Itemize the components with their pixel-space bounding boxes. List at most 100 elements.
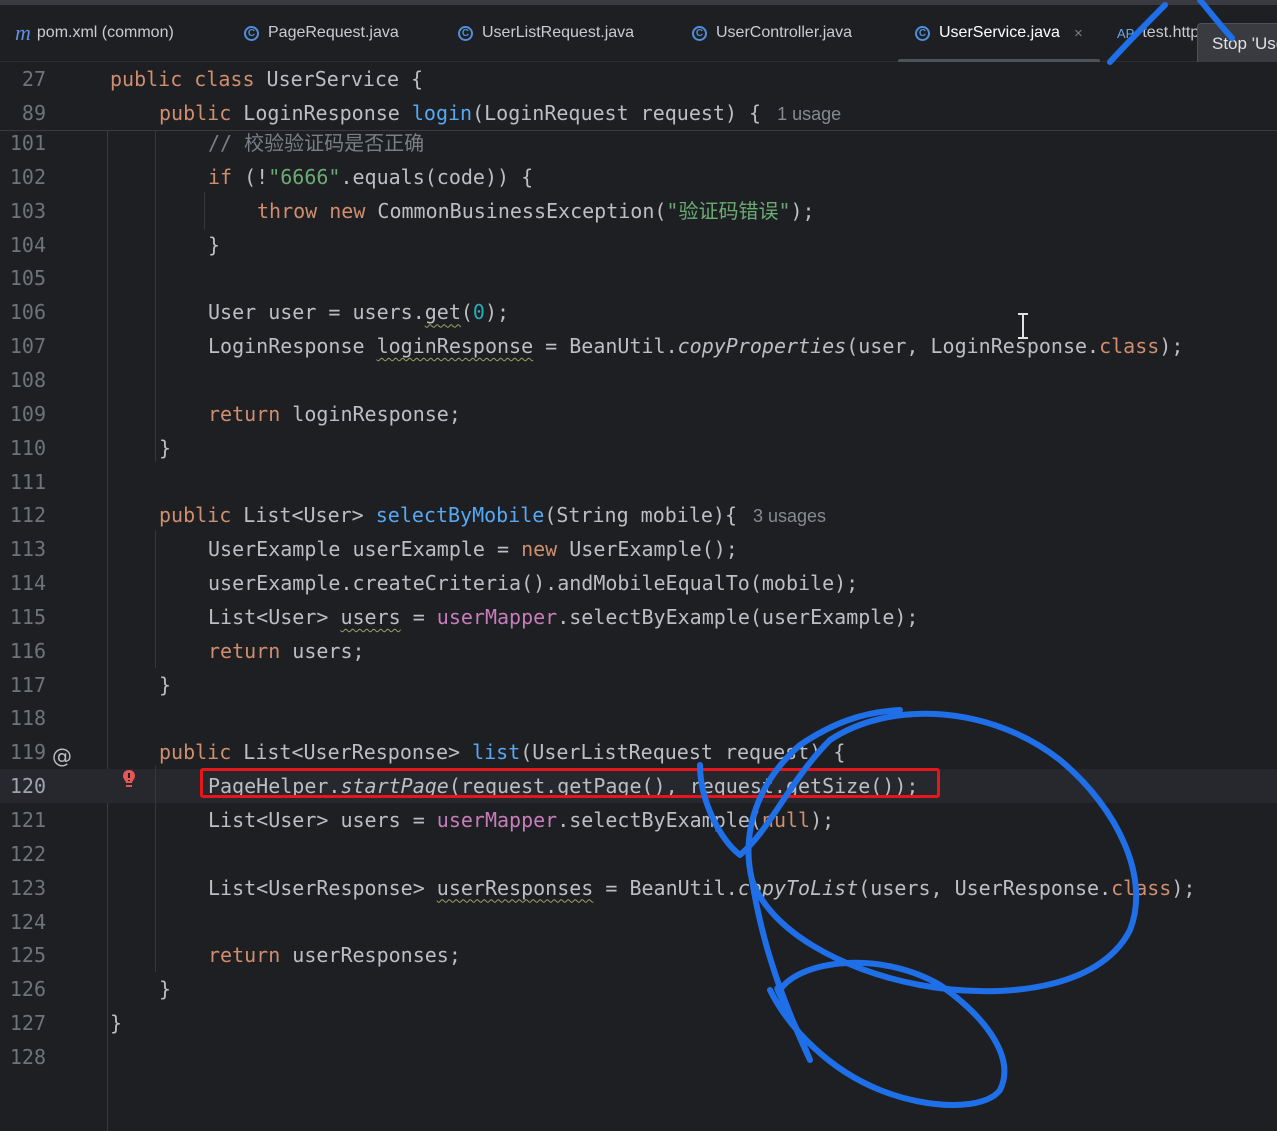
code-line[interactable]: 116 return users; — [0, 634, 1277, 668]
line-number[interactable]: 101 — [0, 126, 46, 160]
code-line[interactable]: 122 — [0, 837, 1277, 871]
maven-icon: m — [15, 20, 31, 45]
line-number[interactable]: 115 — [0, 600, 46, 634]
line-number[interactable]: 119 — [0, 735, 46, 769]
line-number[interactable]: 89 — [0, 96, 46, 130]
line-number[interactable]: 122 — [0, 837, 46, 871]
code-line[interactable]: 103 throw new CommonBusinessException("验证… — [0, 194, 1277, 228]
indent-guide — [155, 766, 156, 972]
code-line[interactable]: 125 return userResponses; — [0, 938, 1277, 972]
code-line[interactable]: 114 userExample.createCriteria().andMobil… — [0, 566, 1277, 600]
error-bulb-icon[interactable] — [121, 768, 137, 790]
line-number[interactable]: 120 — [0, 769, 46, 803]
line-number[interactable]: 110 — [0, 431, 46, 465]
code-text: } — [110, 1006, 122, 1040]
line-number[interactable]: 125 — [0, 938, 46, 972]
line-number[interactable]: 117 — [0, 668, 46, 702]
code-token: class — [1099, 334, 1160, 359]
line-number[interactable]: 128 — [0, 1040, 46, 1074]
usage-hint[interactable]: 3 usages — [753, 506, 826, 526]
line-number[interactable]: 113 — [0, 532, 46, 566]
code-token: users; — [292, 638, 365, 663]
editor-tab-bar: m pom.xml (common) C PageRequest.java C … — [0, 5, 1277, 63]
code-token: users — [340, 604, 401, 629]
code-token: return — [208, 943, 293, 968]
code-token: class — [1111, 875, 1172, 900]
code-line[interactable]: 107 LoginResponse loginResponse = BeanUti… — [0, 329, 1277, 363]
code-line[interactable]: 127} — [0, 1006, 1277, 1040]
code-line[interactable]: 111 — [0, 465, 1277, 499]
code-line[interactable]: 115 List<User> users = userMapper.selectB… — [0, 600, 1277, 634]
code-token: .selectByExample(userExample); — [557, 604, 919, 629]
code-token: ); — [810, 808, 835, 832]
code-line[interactable]: 128 — [0, 1040, 1277, 1074]
code-line[interactable]: 126} — [0, 972, 1277, 1006]
code-text: } — [208, 228, 220, 262]
line-number[interactable]: 102 — [0, 160, 46, 194]
usage-hint[interactable]: 1 usage — [777, 104, 841, 124]
line-number[interactable]: 108 — [0, 363, 46, 397]
code-line[interactable]: 106 User user = users.get(0); — [0, 295, 1277, 329]
code-token: ); — [790, 198, 815, 223]
indent-guide — [155, 130, 156, 462]
line-number[interactable]: 111 — [0, 465, 46, 499]
indent-guide — [204, 192, 205, 230]
code-text: User user = users.get(0); — [208, 295, 509, 329]
line-number[interactable]: 126 — [0, 972, 46, 1006]
code-token: // 校验验证码是否正确 — [208, 131, 425, 155]
line-number[interactable]: 121 — [0, 803, 46, 837]
code-line[interactable]: 108 — [0, 363, 1277, 397]
line-number[interactable]: 112 — [0, 498, 46, 532]
code-line[interactable]: 101 // 校验验证码是否正确 — [0, 126, 1277, 160]
line-number[interactable]: 114 — [0, 566, 46, 600]
code-text: if (!"6666".equals(code)) { — [208, 160, 533, 194]
line-number[interactable]: 104 — [0, 228, 46, 262]
code-line[interactable]: 89 public LoginResponse login(LoginReques… — [0, 96, 1277, 130]
tab-label: test.http — [1142, 24, 1200, 41]
line-number[interactable]: 106 — [0, 295, 46, 329]
line-number[interactable]: 103 — [0, 194, 46, 228]
code-line[interactable]: 124 — [0, 905, 1277, 939]
code-token: } — [159, 672, 172, 697]
close-icon[interactable]: × — [1074, 25, 1083, 42]
code-line[interactable]: 113 UserExample userExample = new UserExa… — [0, 532, 1277, 566]
code-line[interactable]: 104} — [0, 228, 1277, 262]
code-text: public List<UserResponse> list(UserListR… — [159, 735, 845, 769]
code-line[interactable]: 119 public List<UserResponse> list(UserLi… — [0, 735, 1277, 769]
code-text: return userResponses; — [208, 938, 461, 972]
line-number[interactable]: 118 — [0, 701, 46, 735]
line-number[interactable]: 123 — [0, 871, 46, 905]
line-number[interactable]: 109 — [0, 397, 46, 431]
code-line[interactable]: 121 List<User> users = userMapper.selectB… — [0, 803, 1277, 837]
tab-user-controller[interactable]: C UserController.java — [692, 5, 852, 61]
code-line[interactable]: 110} — [0, 431, 1277, 465]
code-token: List<User> — [208, 604, 341, 629]
code-line[interactable]: 27 public class UserService { — [0, 62, 1277, 96]
tab-user-list-request[interactable]: C UserListRequest.java — [458, 5, 634, 61]
line-number[interactable]: 116 — [0, 634, 46, 668]
code-token: .selectByExample( — [557, 808, 762, 832]
line-number[interactable]: 107 — [0, 329, 46, 363]
code-token: 0 — [472, 300, 485, 325]
code-line[interactable]: 109 return loginResponse; — [0, 397, 1277, 431]
code-line[interactable]: 123 List<UserResponse> userResponses = Be… — [0, 871, 1277, 905]
code-line[interactable]: 118 — [0, 701, 1277, 735]
code-text: } — [159, 431, 171, 465]
code-token: null — [761, 808, 811, 832]
line-number[interactable]: 124 — [0, 905, 46, 939]
code-token: } — [110, 1011, 123, 1036]
code-text: public class UserService { — [110, 62, 423, 96]
line-number[interactable]: 27 — [0, 62, 46, 96]
code-token: (UserListRequest request) { — [520, 740, 846, 765]
code-line[interactable]: 112 public List<User> selectByMobile(Stri… — [0, 498, 1277, 532]
tab-user-service[interactable]: C UserService.java × — [915, 5, 1083, 61]
line-number[interactable]: 105 — [0, 261, 46, 295]
code-line[interactable]: 102 if (!"6666".equals(code)) { — [0, 160, 1277, 194]
tab-page-request[interactable]: C PageRequest.java — [244, 5, 399, 61]
tab-pom-xml[interactable]: m pom.xml (common) — [15, 5, 174, 61]
code-line[interactable]: 117} — [0, 668, 1277, 702]
code-token: userResponses — [436, 875, 594, 900]
tab-test-http[interactable]: AP test.http — [1117, 5, 1199, 61]
line-number[interactable]: 127 — [0, 1006, 46, 1040]
code-line[interactable]: 105 — [0, 261, 1277, 295]
